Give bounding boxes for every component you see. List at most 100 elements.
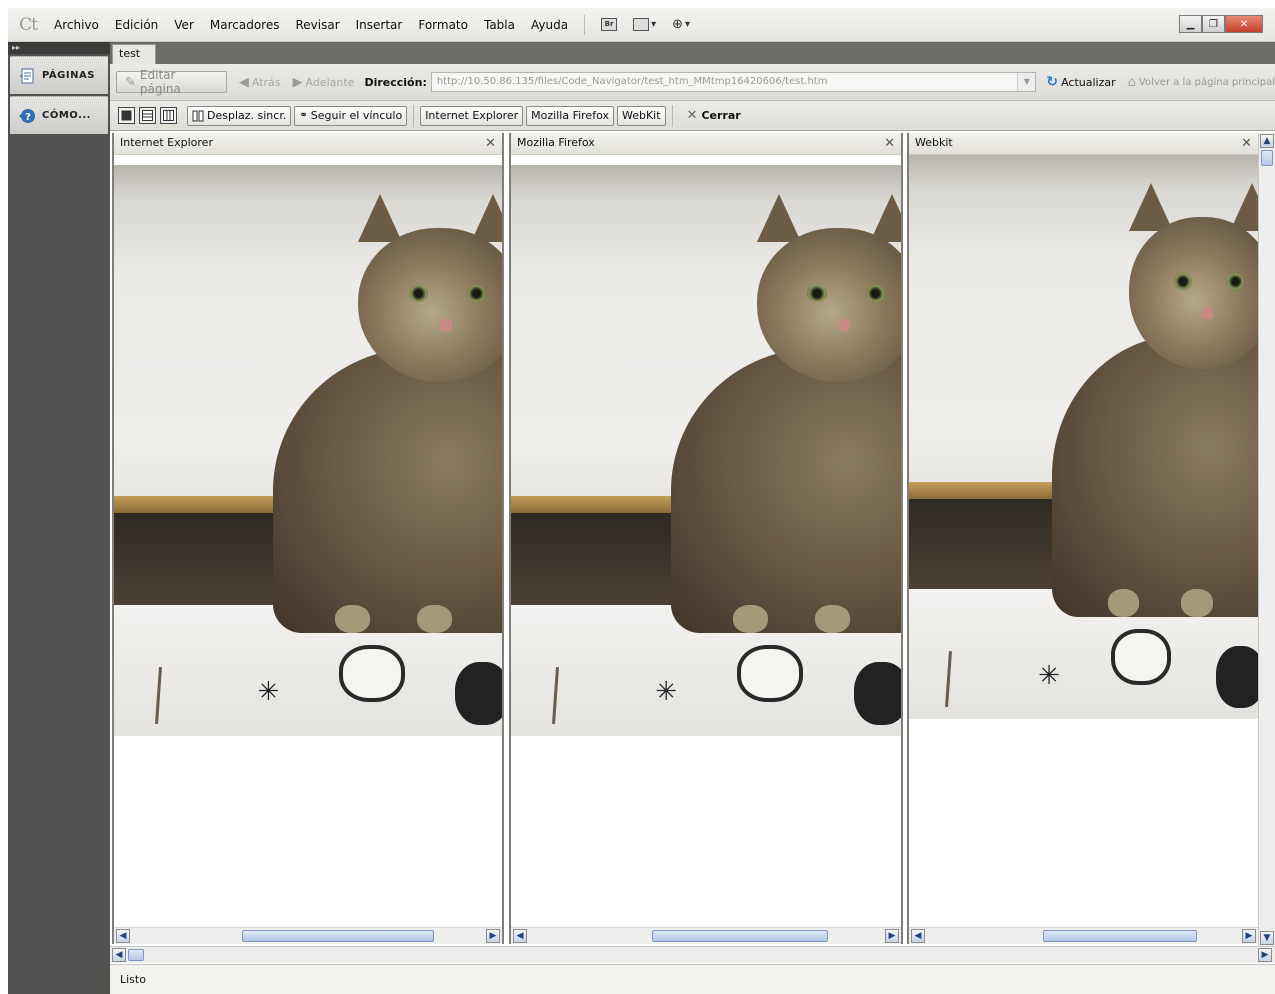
pane-viewport[interactable]: ✳ [909,155,1258,927]
document-tab[interactable]: test [112,44,156,64]
scroll-thumb[interactable] [1261,150,1273,166]
vertical-scrollbar[interactable]: ▲ ▼ [1258,133,1275,946]
panel-item-label: CÓMO... [42,110,91,121]
panel-item-paginas[interactable]: PÁGINAS [10,56,108,94]
scroll-thumb[interactable] [242,930,434,942]
horizontal-scrollbar[interactable]: ◀ ▶ [909,927,1258,944]
status-bar: Listo [110,964,1275,994]
menu-separator [584,14,586,35]
home-button[interactable]: ⌂ Volver a la página principal [1128,75,1275,90]
vertical-split-button[interactable] [160,107,177,124]
edit-page-icon: ✎ [125,74,136,90]
home-label: Volver a la página principal [1138,76,1275,88]
horizontal-split-button[interactable] [139,107,156,124]
view-toolbar: Desplaz. sincr. ⚭ Seguir el vínculo Inte… [110,101,1275,131]
minimize-button[interactable]: ▁ [1179,15,1202,33]
scroll-up-icon[interactable]: ▲ [1260,134,1274,148]
menu-ayuda[interactable]: Ayuda [523,18,576,32]
bridge-button[interactable]: Br [601,18,618,31]
browser-pane-ie: Internet Explorer ✕ ✳ ◀ ▶ [112,133,504,944]
close-label: Cerrar [701,109,741,122]
single-view-icon [121,110,132,121]
globe-icon: ⊕ [672,17,684,32]
scroll-left-icon[interactable]: ◀ [112,948,126,962]
scroll-thumb[interactable] [128,949,144,961]
close-window-button[interactable]: ✕ [1225,15,1263,33]
refresh-icon: ↻ [1046,74,1059,90]
address-bar: ✎ Editar página ◀ Atrás ▶ Adelante Direc… [110,64,1275,101]
pane-title: Mozilla Firefox [517,136,595,149]
menu-marcadores[interactable]: Marcadores [202,18,288,32]
address-input[interactable]: http://10.50.86.135/files/Code_Navigator… [430,72,1037,92]
close-icon[interactable]: ✕ [1241,136,1252,151]
close-icon[interactable]: ✕ [884,136,895,151]
bridge-icon: Br [601,18,618,31]
back-button[interactable]: ◀ Atrás [239,75,281,90]
scroll-down-icon[interactable]: ▼ [1260,931,1274,945]
menu-bar: Ct Archivo Edición Ver Marcadores Revisa… [8,8,1275,42]
browser-button-webkit[interactable]: WebKit [616,105,666,126]
pane-title-bar: Webkit ✕ [909,133,1258,155]
scroll-right-icon[interactable]: ▶ [885,929,899,943]
restore-icon: ❐ [1209,18,1218,30]
horizontal-scrollbar[interactable]: ◀ ▶ [511,927,901,944]
pane-title-bar: Mozilla Firefox ✕ [511,133,901,155]
menu-formato[interactable]: Formato [410,18,476,32]
sync-scroll-button[interactable]: Desplaz. sincr. [187,105,292,126]
address-label: Dirección: [364,75,427,89]
help-icon: ? [18,107,36,125]
pages-icon [18,67,36,85]
status-text: Listo [120,973,146,986]
scroll-right-icon[interactable]: ▶ [486,929,500,943]
toolbar-separator [671,104,673,127]
edit-page-label: Editar página [139,68,181,96]
menu-tabla[interactable]: Tabla [476,18,523,32]
home-icon: ⌂ [1127,74,1136,90]
link-icon: ⚭ [299,110,308,121]
pane-viewport[interactable]: ✳ [114,155,502,927]
forward-arrow-icon: ▶ [292,74,303,90]
scroll-left-icon[interactable]: ◀ [911,929,925,943]
menu-archivo[interactable]: Archivo [46,18,107,32]
scroll-left-icon[interactable]: ◀ [116,929,130,943]
scroll-left-icon[interactable]: ◀ [513,929,527,943]
pane-viewport[interactable]: ✳ [511,155,901,927]
close-icon[interactable]: ✕ [485,136,496,151]
pane-title: Webkit [915,136,953,149]
panel-collapse-handle[interactable]: ▸▸ [8,42,110,54]
pane-title: Internet Explorer [120,136,213,149]
browser-button-firefox[interactable]: Mozilla Firefox [526,105,614,126]
chevron-down-icon: ▾ [685,19,691,30]
edit-page-button[interactable]: ✎ Editar página [116,68,227,96]
document-horizontal-scrollbar[interactable]: ◀ ▶ [110,946,1275,963]
horizontal-scrollbar[interactable]: ◀ ▶ [114,927,502,944]
forward-button[interactable]: ▶ Adelante [293,75,355,90]
scroll-right-icon[interactable]: ▶ [1258,948,1272,962]
menu-insertar[interactable]: Insertar [348,18,411,32]
panel-item-como[interactable]: ? CÓMO... [10,96,108,134]
cat-image: ✳ [114,165,502,736]
back-arrow-icon: ◀ [238,74,249,90]
single-view-button[interactable] [118,107,135,124]
toolbar-separator [413,104,415,127]
browser-button-ie[interactable]: Internet Explorer [420,105,524,126]
follow-link-label: Seguir el vínculo [310,109,403,122]
workspace-icon [633,18,650,31]
cat-image: ✳ [909,155,1258,719]
horizontal-split-icon [142,110,153,121]
chevron-down-icon[interactable]: ▼ [1017,73,1036,91]
scroll-thumb[interactable] [652,930,828,942]
refresh-button[interactable]: ↻ Actualizar [1046,74,1115,90]
follow-link-button[interactable]: ⚭ Seguir el vínculo [294,105,408,126]
preview-menu-button[interactable]: ⊕ ▾ [672,17,690,32]
restore-button[interactable]: ❐ [1202,15,1225,33]
menu-edicion[interactable]: Edición [107,18,166,32]
vertical-split-icon [163,110,174,121]
close-preview-button[interactable]: ✕ Cerrar [687,108,741,123]
workspace-menu-button[interactable]: ▾ [633,18,656,31]
cat-image: ✳ [511,165,901,736]
menu-ver[interactable]: Ver [166,18,202,32]
menu-revisar[interactable]: Revisar [287,18,347,32]
scroll-thumb[interactable] [1043,930,1197,942]
scroll-right-icon[interactable]: ▶ [1242,929,1256,943]
